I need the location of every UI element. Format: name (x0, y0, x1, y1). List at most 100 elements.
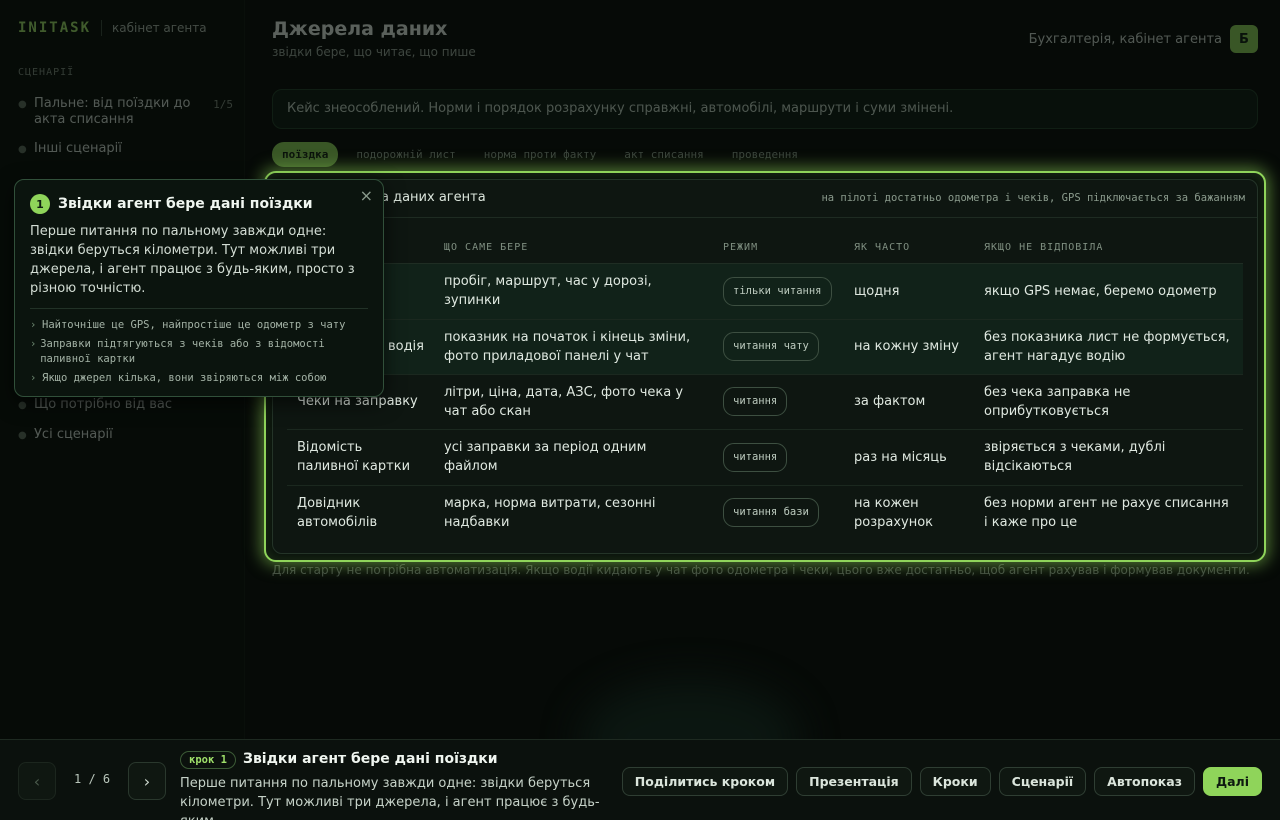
cell-source: Відомість паливної картки (287, 429, 434, 486)
panel-title: а даних агента (381, 190, 486, 205)
step-number-badge: 1 (30, 194, 50, 214)
cell-what: літри, ціна, дата, АЗС, фото чека у чат … (434, 374, 713, 430)
step-description: Перше питання по пальному завжди одне: з… (180, 776, 600, 820)
chevron-right-icon: › (30, 372, 37, 384)
data-sources-panel: а даних агента на пілоті достатньо одоме… (272, 179, 1258, 554)
cell-fallback: якщо GPS немає, беремо одометр (974, 263, 1243, 320)
cell-mode: читання (713, 429, 844, 486)
brand-subtitle: кабінет агента (112, 21, 207, 35)
cell-mode: читання бази (713, 485, 844, 540)
col-fallback: ЯКЩО НЕ ВІДПОВІЛА (974, 233, 1243, 264)
step-counter: 1 / 6 (74, 772, 111, 786)
sidebar-item-fuel[interactable]: ● Пальне: від поїздки до акта списання 1… (18, 96, 233, 128)
steps-button[interactable]: Кроки (919, 767, 991, 796)
tour-actions: Поділитись кроком Презентація Кроки Сцен… (614, 767, 1262, 796)
user-name: Бухгалтерія, кабінет агента (1028, 31, 1222, 47)
sidebar-item-other[interactable]: ● Інші сценарії (18, 141, 233, 157)
sidebar-item-label: Що потрібно від вас (34, 397, 172, 412)
list-item-text: Якщо джерел кілька, вони звіряються між … (42, 372, 327, 384)
next-step-button[interactable]: › (128, 762, 166, 800)
bullet-icon: ● (18, 144, 27, 155)
user-menu[interactable]: Бухгалтерія, кабінет агента Б (1029, 25, 1258, 53)
panel-note: на пілоті достатньо одометра і чеків, GP… (821, 192, 1245, 204)
data-sources-table: ЩО САМЕ БЕРЕ РЕЖИМ ЯК ЧАСТО ЯКЩО НЕ ВІДП… (287, 233, 1243, 540)
list-item: › Заправки підтягуються з чеків або з від… (30, 337, 368, 367)
brand-divider (101, 20, 103, 36)
table-row: Довідник автомобілів марка, норма витрат… (287, 485, 1243, 540)
footnote: Для старту не потрібна автоматизація. Як… (272, 563, 1250, 577)
mode-badge: читання чату (723, 332, 819, 361)
callout-bullets: › Найточніше це GPS, найпростіше це одоме… (30, 318, 368, 386)
cell-frequency: на кожну зміну (844, 319, 974, 375)
bullet-icon: ● (18, 430, 27, 441)
list-item-text: Заправки підтягуються з чеків або з відо… (40, 338, 325, 365)
bullet-icon: ● (18, 400, 27, 411)
cell-what: усі заправки за період одним файлом (434, 429, 713, 486)
sidebar-item-needs[interactable]: ● Що потрібно від вас (18, 397, 233, 413)
share-step-button[interactable]: Поділитись кроком (621, 767, 789, 796)
cell-frequency: за фактом (844, 374, 974, 430)
sidebar-item-all[interactable]: ● Усі сценарії (18, 427, 233, 443)
cell-what: показник на початок і кінець зміни, фото… (434, 319, 713, 375)
tour-callout: 1 Звідки агент бере дані поїздки × Перше… (14, 179, 384, 397)
cell-frequency: на кожен розрахунок (854, 495, 934, 530)
step-tag: крок 1 (180, 751, 236, 769)
brand: INITASK кабінет агента (18, 20, 207, 36)
callout-header: 1 Звідки агент бере дані поїздки (30, 194, 368, 214)
cell-mode: читання (713, 374, 844, 430)
prev-step-button[interactable]: ‹ (18, 762, 56, 800)
table-row: пробіг, маршрут, час у дорозі, зупинки т… (287, 263, 1243, 320)
close-icon[interactable]: × (360, 186, 373, 205)
cell-fallback: без показника лист не формується, агент … (974, 319, 1243, 375)
brand-logo[interactable]: INITASK (18, 20, 91, 36)
tab-bar: поїздка подорожній лист норма проти факт… (272, 142, 816, 167)
sidebar-item-label: Усі сценарії (34, 427, 113, 442)
callout-body: Перше питання по пальному завжди одне: з… (30, 222, 368, 309)
tour-bar: ‹ 1 / 6 › крок 1 Звідки агент бере дані … (0, 739, 1280, 820)
tab-trip[interactable]: поїздка (272, 142, 339, 167)
cell-fallback: без чека заправка не оприбутковується (974, 374, 1243, 430)
table-header-row: ЩО САМЕ БЕРЕ РЕЖИМ ЯК ЧАСТО ЯКЩО НЕ ВІДП… (287, 233, 1243, 264)
presentation-button[interactable]: Презентація (796, 767, 912, 796)
table-row: водія показник на початок і кінець зміни… (287, 319, 1243, 375)
col-what: ЩО САМЕ БЕРЕ (434, 233, 713, 264)
mode-badge: тільки читання (723, 276, 832, 306)
page-subtitle: звідки бере, що читає, що пише (272, 45, 476, 59)
cell-frequency: раз на місяць (844, 429, 974, 486)
table-row: Відомість паливної картки усі заправки з… (287, 429, 1243, 486)
panel-header: а даних агента на пілоті достатньо одоме… (273, 180, 1257, 218)
sidebar-section-label: СЦЕНАРІЇ (18, 67, 75, 78)
sidebar-item-label: Пальне: від поїздки до акта списання (34, 96, 191, 127)
page-title: Джерела даних (272, 18, 448, 40)
sidebar-item-count: 1/5 (213, 98, 233, 111)
mode-badge: читання (723, 442, 788, 472)
cell-fallback: звіряється з чеками, дублі відсікаються (974, 429, 1243, 486)
sidebar-item-label: Інші сценарії (34, 141, 122, 156)
list-item: › Найточніше це GPS, найпростіше це одоме… (30, 318, 368, 333)
step-title: Звідки агент бере дані поїздки (243, 751, 498, 767)
tab-norm-vs-fact[interactable]: норма проти факту (474, 142, 607, 167)
cell-mode: тільки читання (713, 263, 844, 320)
chevron-right-icon: › (30, 319, 37, 331)
anonymized-notice: Кейс знеособлений. Норми і порядок розра… (272, 89, 1258, 129)
cell-what: пробіг, маршрут, час у дорозі, зупинки (434, 263, 713, 320)
list-item: › Якщо джерел кілька, вони звіряються між… (30, 371, 368, 386)
cell-frequency: щодня (844, 263, 974, 320)
callout-title: Звідки агент бере дані поїздки (58, 196, 313, 212)
tab-waybill[interactable]: подорожній лист (346, 142, 465, 167)
cell-fallback: без норми агент не рахує списання і каже… (984, 495, 1229, 530)
mode-badge: читання (723, 387, 788, 416)
next-button[interactable]: Далі (1202, 767, 1262, 796)
cell-mode: читання чату (713, 319, 844, 375)
autoplay-button[interactable]: Автопоказ (1094, 767, 1195, 796)
mode-badge: читання бази (723, 498, 819, 528)
tab-posting[interactable]: проведення (722, 142, 808, 167)
bullet-icon: ● (18, 99, 27, 110)
col-frequency: ЯК ЧАСТО (844, 233, 974, 264)
chevron-right-icon: › (30, 338, 37, 350)
tab-writeoff-act[interactable]: акт списання (614, 142, 713, 167)
scenarios-button[interactable]: Сценарії (998, 767, 1087, 796)
cell-what: марка, норма витрати, сезонні надбавки (444, 495, 656, 530)
col-mode: РЕЖИМ (713, 233, 844, 264)
avatar[interactable]: Б (1230, 25, 1258, 53)
